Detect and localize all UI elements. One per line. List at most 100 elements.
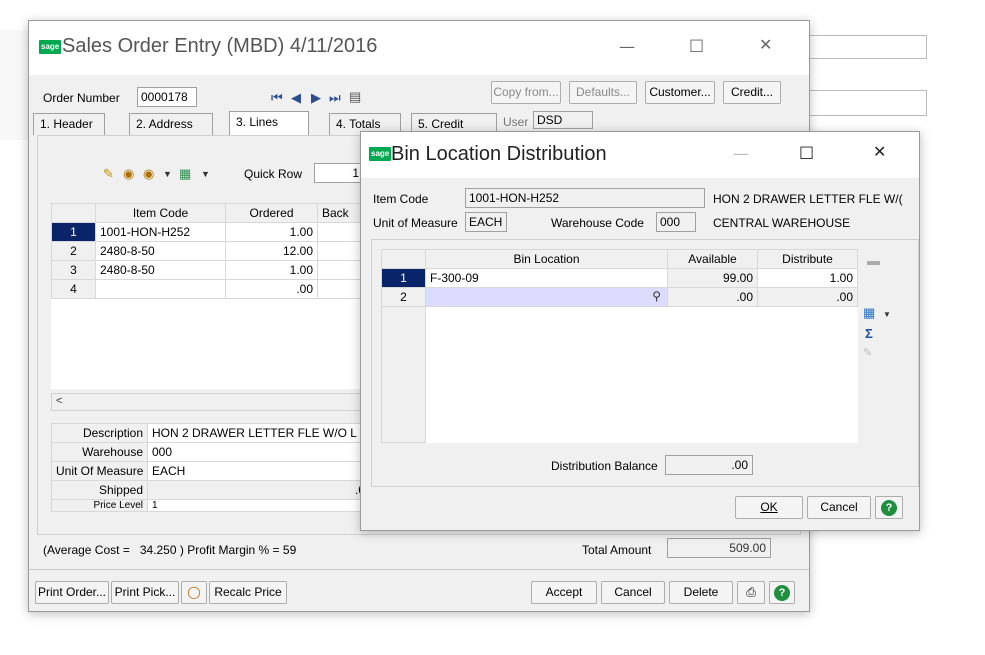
item-code-label: Item Code xyxy=(373,192,429,206)
item-code-cell[interactable]: 1001-HON-H252 xyxy=(95,222,226,242)
detail-value[interactable]: HON 2 DRAWER LETTER FLE W/O L xyxy=(147,423,370,443)
customer-button[interactable]: Customer... xyxy=(645,81,715,104)
tab-header[interactable]: 1. Header xyxy=(33,113,105,135)
cancel-label: Cancel xyxy=(820,500,858,514)
warehouse-name: CENTRAL WAREHOUSE xyxy=(713,216,851,230)
quick-row-field[interactable]: 1 xyxy=(314,163,364,183)
cancel-button[interactable]: Cancel xyxy=(807,496,871,519)
cancel-button[interactable]: Cancel xyxy=(601,581,665,604)
close-icon[interactable]: ✕ xyxy=(873,142,886,161)
help-button[interactable]: ? xyxy=(769,581,795,604)
sum-icon[interactable]: Σ xyxy=(865,327,873,341)
total-amount-label: Total Amount xyxy=(582,543,652,557)
detail-label: Description xyxy=(51,423,148,443)
detail-value[interactable]: 1 xyxy=(147,499,370,512)
col-item-code[interactable]: Item Code xyxy=(95,203,226,223)
horizontal-scrollbar[interactable]: < xyxy=(51,393,369,411)
row-number[interactable]: 3 xyxy=(51,260,96,280)
grid-settings-icon[interactable]: ▦ xyxy=(179,167,191,181)
chevron-down-icon[interactable]: ▼ xyxy=(163,167,172,181)
grid-settings-icon[interactable]: ▦ xyxy=(863,306,875,320)
tab-address[interactable]: 2. Address xyxy=(129,113,213,135)
accept-button[interactable]: Accept xyxy=(531,581,597,604)
recalc-price-button[interactable]: Recalc Price xyxy=(209,581,287,604)
ordered-cell[interactable]: .00 xyxy=(225,279,318,299)
table-row[interactable]: 1 F-300-09 99.00 1.00 xyxy=(381,268,858,288)
distribute-cell[interactable]: .00 xyxy=(757,287,858,307)
disabled-tool-icon: ✎ xyxy=(863,347,873,359)
binoculars-icon[interactable]: ◉ xyxy=(123,167,134,181)
ordered-cell[interactable]: 1.00 xyxy=(225,260,318,280)
user-label: User xyxy=(503,115,529,129)
ok-button[interactable]: OK xyxy=(735,496,803,519)
binoculars-alt-icon[interactable]: ◉ xyxy=(143,167,154,181)
row-number[interactable]: 1 xyxy=(381,268,426,288)
chevron-down-icon[interactable]: ▼ xyxy=(201,167,210,181)
total-amount-field: 509.00 xyxy=(667,538,771,558)
ok-label: OK xyxy=(760,500,778,514)
detail-value[interactable]: 000 xyxy=(147,442,370,462)
table-row[interactable]: 2 2480-8-50 12.00 xyxy=(51,241,370,261)
warehouse-code-label: Warehouse Code xyxy=(551,216,644,230)
delete-button[interactable]: Delete xyxy=(669,581,733,604)
table-row[interactable]: 3 2480-8-50 1.00 xyxy=(51,260,370,280)
order-number-field[interactable]: 0000178 xyxy=(137,87,197,107)
nav-last-icon[interactable]: ⏭ xyxy=(329,91,341,105)
minimize-icon[interactable]: — xyxy=(733,144,749,163)
distribution-balance-label: Distribution Balance xyxy=(551,459,658,473)
item-code-cell[interactable]: 2480-8-50 xyxy=(95,260,226,280)
row-number[interactable]: 2 xyxy=(51,241,96,261)
copy-from-button[interactable]: Copy from... xyxy=(491,81,561,104)
sage-logo-icon: sage xyxy=(369,147,392,161)
tab-lines[interactable]: 3. Lines xyxy=(229,111,309,135)
grid-side-icon: ▬ xyxy=(867,253,880,268)
user-field: DSD xyxy=(533,111,593,129)
background-field xyxy=(807,90,927,116)
available-cell: 99.00 xyxy=(667,268,758,288)
nav-first-icon[interactable]: ⏮ xyxy=(271,91,283,105)
detail-label: Warehouse xyxy=(51,442,148,462)
distribute-cell[interactable]: 1.00 xyxy=(757,268,858,288)
col-bin-location[interactable]: Bin Location xyxy=(425,249,668,269)
row-number[interactable]: 4 xyxy=(51,279,96,299)
nav-next-icon[interactable]: ▶ xyxy=(311,91,321,105)
print-order-button[interactable]: Print Order... xyxy=(35,581,109,604)
ordered-cell[interactable]: 12.00 xyxy=(225,241,318,261)
maximize-icon[interactable]: □ xyxy=(799,142,814,161)
item-code-cell[interactable]: 2480-8-50 xyxy=(95,241,226,261)
close-icon[interactable]: ✕ xyxy=(759,35,772,54)
col-available[interactable]: Available xyxy=(667,249,758,269)
print-button[interactable]: ⎙ xyxy=(737,581,765,604)
row-number[interactable]: 2 xyxy=(381,287,426,307)
chevron-down-icon[interactable]: ▼ xyxy=(883,308,891,322)
ordered-cell[interactable]: 1.00 xyxy=(225,222,318,242)
print-pick-button[interactable]: Print Pick... xyxy=(111,581,179,604)
background-edge xyxy=(0,30,30,140)
globe-button[interactable]: ◯ xyxy=(181,581,207,604)
nav-prev-icon[interactable]: ◀ xyxy=(291,91,301,105)
lookup-icon[interactable]: ✎ xyxy=(103,167,114,181)
minimize-icon[interactable]: — xyxy=(619,37,635,56)
printer-icon: ⎙ xyxy=(746,585,756,599)
col-distribute[interactable]: Distribute xyxy=(757,249,858,269)
distribution-balance-field: .00 xyxy=(665,455,753,475)
credit-button[interactable]: Credit... xyxy=(723,81,781,104)
item-code-cell[interactable] xyxy=(95,279,226,299)
order-number-label: Order Number xyxy=(43,91,120,105)
table-row[interactable]: 4 .00 xyxy=(51,279,370,299)
detail-value[interactable]: EACH xyxy=(147,461,370,481)
row-number[interactable]: 1 xyxy=(51,222,96,242)
table-row[interactable]: 1 1001-HON-H252 1.00 xyxy=(51,222,370,242)
maximize-icon[interactable]: □ xyxy=(689,35,704,54)
scroll-left-icon[interactable]: < xyxy=(56,395,62,407)
help-button[interactable]: ? xyxy=(875,496,903,519)
col-ordered[interactable]: Ordered xyxy=(225,203,318,223)
defaults-button[interactable]: Defaults... xyxy=(569,81,637,104)
bin-location-cell[interactable]: ⚲ xyxy=(425,287,668,307)
detail-value[interactable]: .0 xyxy=(147,480,370,500)
memo-icon[interactable]: ▤ xyxy=(349,90,361,104)
bin-location-cell[interactable]: F-300-09 xyxy=(425,268,668,288)
grid-filler xyxy=(381,306,858,443)
table-row[interactable]: 2 ⚲ .00 .00 xyxy=(381,287,858,307)
search-icon[interactable]: ⚲ xyxy=(652,289,661,303)
